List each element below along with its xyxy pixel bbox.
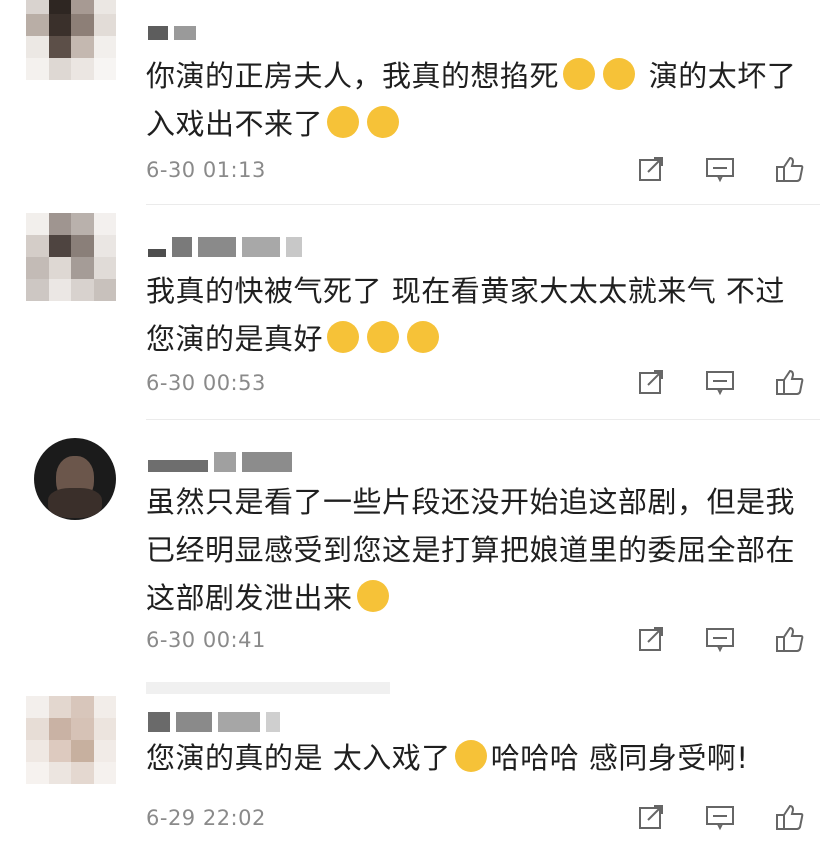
- thumbs-up-icon[interactable]: [774, 802, 806, 832]
- laughing-emoji-icon: [327, 106, 360, 138]
- thumbs-up-icon[interactable]: [774, 154, 806, 184]
- share-icon[interactable]: [636, 367, 666, 397]
- action-bar: [636, 624, 806, 654]
- laughing-emoji-icon: [367, 106, 400, 138]
- sweat-laugh-emoji-icon: [356, 580, 389, 612]
- crying-emoji-icon: [327, 321, 360, 353]
- avatar[interactable]: [26, 696, 116, 784]
- avatar[interactable]: [26, 0, 116, 80]
- comment-text-part: 你演的正房夫人，我真的想掐死: [146, 59, 560, 93]
- comment-text-part: 我真的快被气死了 现在看黄家大太太就来气 不过您演的是真好: [146, 274, 785, 356]
- comment-text: 虽然只是看了一些片段还没开始追这部剧，但是我已经明显感受到您这是打算把娘道里的委…: [146, 478, 806, 622]
- crying-emoji-icon: [407, 321, 440, 353]
- share-icon[interactable]: [636, 154, 666, 184]
- action-bar: [636, 367, 806, 397]
- thumbs-up-icon[interactable]: [774, 367, 806, 397]
- comment-time: 6-30 00:53: [146, 371, 266, 395]
- action-bar: [636, 154, 806, 184]
- comment-text-part: 您演的真的是 太入戏了: [146, 741, 451, 775]
- comment-icon[interactable]: [704, 154, 736, 184]
- comment-icon[interactable]: [704, 367, 736, 397]
- share-icon[interactable]: [636, 624, 666, 654]
- comment-time: 6-30 00:41: [146, 628, 266, 652]
- comment-text-part: 哈哈哈 感同身受啊!: [490, 741, 749, 775]
- username-redacted[interactable]: [148, 237, 302, 257]
- share-icon[interactable]: [636, 802, 666, 832]
- avatar[interactable]: [26, 213, 116, 301]
- avatar[interactable]: [34, 438, 116, 520]
- username-redacted[interactable]: [148, 26, 196, 40]
- username-redacted[interactable]: [148, 712, 280, 732]
- grimace-emoji-icon: [563, 58, 596, 90]
- action-bar: [636, 802, 806, 832]
- comment-text: 您演的真的是 太入戏了 哈哈哈 感同身受啊!: [146, 734, 806, 782]
- divider: [146, 204, 820, 205]
- divider: [146, 419, 820, 420]
- username-redacted[interactable]: [148, 452, 292, 472]
- grimace-emoji-icon: [603, 58, 636, 90]
- comment-icon[interactable]: [704, 802, 736, 832]
- comment-time: 6-30 01:13: [146, 158, 266, 182]
- thumbs-up-icon[interactable]: [774, 624, 806, 654]
- drooling-emoji-icon: [454, 740, 487, 772]
- divider: [146, 682, 390, 694]
- comment-text: 你演的正房夫人，我真的想掐死 演的太坏了 入戏出不来了: [146, 52, 806, 148]
- comment-icon[interactable]: [704, 624, 736, 654]
- comment-text: 我真的快被气死了 现在看黄家大太太就来气 不过您演的是真好: [146, 267, 806, 363]
- crying-emoji-icon: [367, 321, 400, 353]
- comment-text-part: 虽然只是看了一些片段还没开始追这部剧，但是我已经明显感受到您这是打算把娘道里的委…: [146, 485, 796, 615]
- comment-time: 6-29 22:02: [146, 806, 266, 830]
